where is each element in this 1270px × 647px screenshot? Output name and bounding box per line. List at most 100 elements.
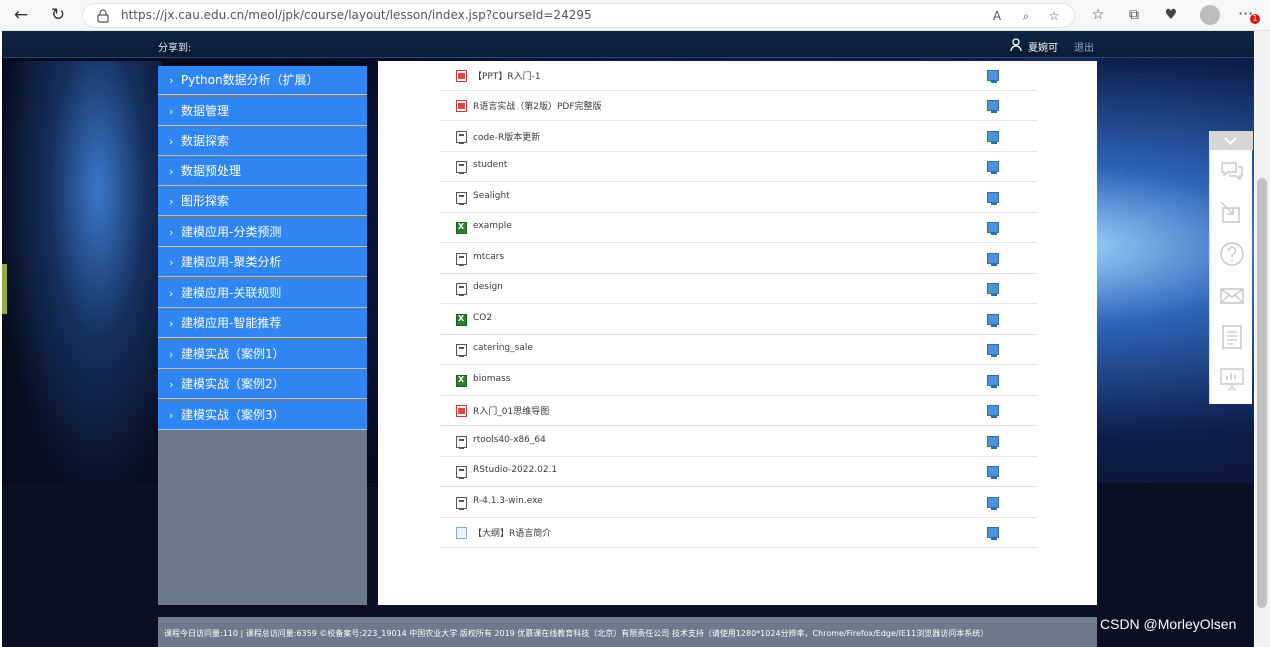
- file-name-link[interactable]: R入门_01思维导图: [473, 404, 549, 417]
- nav-item-case-3[interactable]: › 建模实战（案例3）: [158, 401, 367, 430]
- list-item[interactable]: rtools40-x86_64: [440, 427, 1037, 457]
- chevron-right-icon: ›: [169, 135, 174, 148]
- favorite-add-icon[interactable]: ☆: [1045, 7, 1063, 25]
- file-name-link[interactable]: biomass: [473, 374, 510, 384]
- mail-icon[interactable]: [1219, 283, 1245, 309]
- document-file-icon: [456, 283, 467, 296]
- preview-icon[interactable]: [987, 192, 999, 205]
- nav-item-recommendation[interactable]: › 建模应用-智能推荐: [158, 309, 367, 338]
- list-item[interactable]: Sealight: [440, 183, 1037, 213]
- file-name-link[interactable]: RStudio-2022.02.1: [473, 465, 557, 475]
- scrollbar-thumb[interactable]: [1257, 178, 1267, 608]
- favorites-icon[interactable]: ☆: [1088, 5, 1108, 25]
- list-item[interactable]: example: [440, 213, 1037, 243]
- nav-item-label: 建模应用-关联规则: [181, 286, 282, 300]
- nav-item-case-1[interactable]: › 建模实战（案例1）: [158, 340, 367, 369]
- chat-icon[interactable]: [1219, 158, 1245, 184]
- preview-icon[interactable]: [987, 100, 999, 113]
- notes-icon[interactable]: [1219, 324, 1245, 350]
- list-item[interactable]: 【大纲】R语言简介: [440, 518, 1037, 548]
- file-name-link[interactable]: student: [473, 160, 507, 170]
- preview-icon[interactable]: [987, 70, 999, 83]
- browser-toolbar: ← ↻ https://jx.cau.edu.cn/meol/jpk/cours…: [0, 0, 1270, 31]
- pdf-file-icon: [456, 405, 467, 417]
- list-item[interactable]: 【PPT】R入门-1: [440, 61, 1037, 91]
- profile-avatar[interactable]: [1200, 5, 1220, 25]
- document-file-icon: [456, 192, 467, 205]
- file-name-link[interactable]: catering_sale: [473, 343, 533, 353]
- collections-icon[interactable]: ⧉: [1124, 5, 1144, 25]
- preview-icon[interactable]: [987, 253, 999, 266]
- preview-icon[interactable]: [987, 314, 999, 327]
- nav-item-data-management[interactable]: › 数据管理: [158, 97, 367, 126]
- nav-item-label: 建模应用-分类预测: [181, 225, 282, 239]
- preview-icon[interactable]: [987, 497, 999, 510]
- page-info-icon[interactable]: [97, 9, 109, 23]
- file-name-link[interactable]: 【PPT】R入门-1: [473, 69, 541, 82]
- file-name-link[interactable]: mtcars: [473, 252, 504, 262]
- list-item[interactable]: biomass: [440, 366, 1037, 396]
- preview-icon[interactable]: [987, 375, 999, 388]
- file-name-link[interactable]: R-4.1.3-win.exe: [473, 496, 543, 506]
- nav-item-graphics[interactable]: › 图形探索: [158, 187, 367, 216]
- file-name-link[interactable]: code-R版本更新: [473, 130, 540, 143]
- file-name-link[interactable]: Sealight: [473, 191, 510, 201]
- list-item[interactable]: design: [440, 274, 1037, 304]
- preview-icon[interactable]: [987, 283, 999, 296]
- presentation-icon[interactable]: [1219, 366, 1245, 392]
- preview-icon[interactable]: [987, 405, 999, 418]
- nav-item-clustering[interactable]: › 建模应用-聚类分析: [158, 248, 367, 277]
- site-topbar: 分享到: 夏婉可 退出: [2, 31, 1254, 58]
- preview-icon[interactable]: [987, 436, 999, 449]
- file-name-link[interactable]: rtools40-x86_64: [473, 435, 546, 445]
- collapse-chevron-icon[interactable]: [1210, 131, 1253, 150]
- list-item[interactable]: R入门_01思维导图: [440, 396, 1037, 426]
- zoom-icon[interactable]: ⌕: [1017, 7, 1035, 25]
- preview-icon[interactable]: [987, 466, 999, 479]
- nav-item-label: 图形探索: [181, 194, 230, 208]
- url-text[interactable]: https://jx.cau.edu.cn/meol/jpk/course/la…: [121, 8, 592, 22]
- list-item[interactable]: catering_sale: [440, 335, 1037, 365]
- document-file-icon: [456, 131, 467, 144]
- preview-icon[interactable]: [987, 161, 999, 174]
- nav-item-python-analysis[interactable]: › Python数据分析（扩展）: [158, 66, 367, 95]
- file-name-link[interactable]: 【大纲】R语言简介: [473, 526, 551, 539]
- nav-item-label: 数据预处理: [181, 164, 242, 178]
- nav-item-data-exploration[interactable]: › 数据探索: [158, 127, 367, 156]
- read-aloud-icon[interactable]: A: [988, 7, 1006, 25]
- logout-link[interactable]: 退出: [1074, 39, 1094, 54]
- nav-item-association[interactable]: › 建模应用-关联规则: [158, 279, 367, 308]
- browser-essentials-icon[interactable]: ♥: [1161, 5, 1181, 25]
- list-item[interactable]: CO2: [440, 305, 1037, 335]
- file-name-link[interactable]: example: [473, 221, 512, 231]
- pdf-file-icon: [456, 100, 467, 112]
- chevron-right-icon: ›: [169, 287, 174, 300]
- preview-icon[interactable]: [987, 344, 999, 357]
- refresh-icon[interactable]: ↻: [46, 4, 70, 26]
- preview-icon[interactable]: [987, 527, 999, 540]
- document-file-icon: [456, 253, 467, 266]
- address-bar[interactable]: https://jx.cau.edu.cn/meol/jpk/course/la…: [82, 3, 1075, 28]
- file-name-link[interactable]: design: [473, 282, 503, 292]
- list-item[interactable]: R语言实战（第2版）PDF完整版: [440, 91, 1037, 121]
- back-icon[interactable]: ←: [9, 4, 33, 26]
- notification-badge: 1: [1250, 14, 1260, 24]
- username[interactable]: 夏婉可: [1028, 39, 1058, 54]
- file-name-link[interactable]: CO2: [473, 313, 492, 323]
- nav-item-preprocessing[interactable]: › 数据预处理: [158, 157, 367, 186]
- share-label: 分享到:: [158, 43, 192, 54]
- list-item[interactable]: R-4.1.3-win.exe: [440, 488, 1037, 518]
- chevron-right-icon: ›: [169, 317, 174, 330]
- list-item[interactable]: mtcars: [440, 244, 1037, 274]
- list-item[interactable]: RStudio-2022.02.1: [440, 457, 1037, 487]
- nav-item-case-2[interactable]: › 建模实战（案例2）: [158, 370, 367, 399]
- file-name-link[interactable]: R语言实战（第2版）PDF完整版: [473, 99, 602, 112]
- list-item[interactable]: code-R版本更新: [440, 122, 1037, 152]
- nav-item-classification[interactable]: › 建模应用-分类预测: [158, 218, 367, 247]
- resize-icon[interactable]: [1219, 200, 1245, 226]
- left-edge-tab[interactable]: [2, 264, 7, 314]
- preview-icon[interactable]: [987, 222, 999, 235]
- preview-icon[interactable]: [987, 131, 999, 144]
- help-icon[interactable]: [1219, 241, 1245, 267]
- list-item[interactable]: student: [440, 152, 1037, 182]
